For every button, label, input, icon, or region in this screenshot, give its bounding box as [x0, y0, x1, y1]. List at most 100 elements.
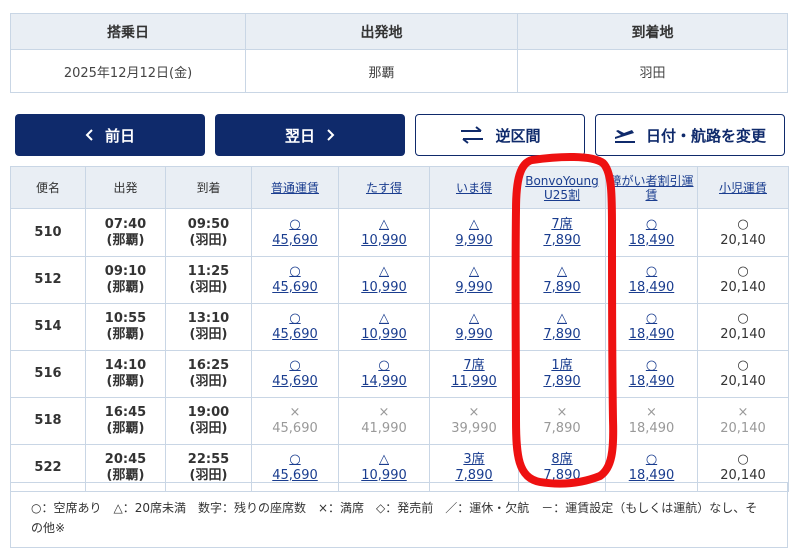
fare-cell-u25[interactable]: △ 7,890: [518, 303, 606, 351]
fare-status-link[interactable]: △: [379, 217, 389, 233]
fare-cell-imatoku[interactable]: △ 9,990: [429, 256, 519, 304]
fare-status-link[interactable]: 7席: [551, 217, 572, 233]
summary-origin: 那覇: [245, 50, 517, 92]
fare-cell-disability[interactable]: ○ 18,490: [605, 208, 698, 257]
fare-cell-u25[interactable]: 7席 7,890: [518, 208, 606, 257]
fare-status-link[interactable]: △: [469, 217, 479, 233]
table-row: 514 10:55 (那覇) 13:10 (羽田) ○ 45,690 △ 10,990 △ 9,99…: [10, 303, 789, 351]
availability-legend: ○：空席あり △：20席未満 数字：残りの座席数 ×：満席 ◇：発売前 ／：運休…: [10, 482, 788, 548]
fare-cell-normal[interactable]: ○ 45,690: [251, 350, 339, 398]
departure-time: 07:40: [104, 216, 147, 232]
fare-normal-link[interactable]: 普通運賃: [271, 181, 319, 195]
fare-price-link[interactable]: 45,690: [272, 327, 318, 343]
col-header-fare-imatoku[interactable]: いま得: [429, 166, 519, 209]
fare-price-link[interactable]: 45,690: [272, 233, 318, 249]
fare-cell-child: ○ 20,140: [697, 256, 789, 304]
fare-status-link[interactable]: ○: [289, 358, 300, 374]
fare-status-link[interactable]: ○: [289, 311, 300, 327]
fare-price-link[interactable]: 10,990: [361, 233, 407, 249]
fare-price-link[interactable]: 18,490: [629, 374, 675, 390]
fare-cell-disability[interactable]: ○ 18,490: [605, 256, 698, 304]
col-header-fare-tasutoku[interactable]: たす得: [338, 166, 430, 209]
fare-cell-tasutoku[interactable]: △ 10,990: [338, 256, 430, 304]
fare-status-link[interactable]: ○: [289, 217, 300, 233]
fare-status-link[interactable]: △: [379, 311, 389, 327]
fare-price: 39,990: [451, 421, 497, 436]
fare-cell-tasutoku[interactable]: △ 10,990: [338, 208, 430, 257]
col-header-fare-u25[interactable]: BonvoYoung U25割: [518, 166, 606, 209]
fare-status-link[interactable]: ○: [646, 217, 657, 233]
fare-status-link[interactable]: ○: [289, 452, 300, 468]
fare-cell-tasutoku[interactable]: △ 10,990: [338, 303, 430, 351]
fare-price-link[interactable]: 7,890: [543, 233, 580, 249]
fare-price-link[interactable]: 9,990: [455, 327, 492, 343]
fare-cell-normal[interactable]: ○ 45,690: [251, 256, 339, 304]
fare-cell-imatoku[interactable]: 7席 11,990: [429, 350, 519, 398]
departure-place: (那覇): [106, 468, 145, 483]
table-row: 518 16:45 (那覇) 19:00 (羽田) × 45,690 × 41,990 × 39,9…: [10, 397, 789, 445]
fare-price-link[interactable]: 7,890: [543, 280, 580, 296]
fare-status-link[interactable]: △: [379, 264, 389, 280]
fare-status-link[interactable]: △: [379, 452, 389, 468]
col-header-fare-disability[interactable]: 障がい者割引運賃: [605, 166, 698, 209]
fare-disability-link[interactable]: 障がい者割引運賃: [609, 174, 693, 202]
fare-status-link[interactable]: △: [557, 264, 567, 280]
fare-price-link[interactable]: 9,990: [455, 233, 492, 249]
fare-price-link[interactable]: 7,890: [543, 374, 580, 390]
fare-cell-tasutoku[interactable]: ○ 14,990: [338, 350, 430, 398]
fare-cell-u25[interactable]: △ 7,890: [518, 256, 606, 304]
col-header-fare-child[interactable]: 小児運賃: [697, 166, 789, 209]
fare-cell-u25[interactable]: 1席 7,890: [518, 350, 606, 398]
fare-cell-imatoku[interactable]: △ 9,990: [429, 303, 519, 351]
flight-number: 518: [10, 397, 86, 445]
fare-status-link[interactable]: 3席: [463, 452, 484, 468]
fare-status-link[interactable]: ○: [646, 452, 657, 468]
flight-fare-table: 便名 出発 到着 普通運賃 たす得 いま得 BonvoYoung U25割 障がい…: [10, 166, 789, 492]
fare-price-link[interactable]: 45,690: [272, 374, 318, 390]
reverse-route-button[interactable]: 逆区間: [415, 114, 585, 156]
fare-price-link[interactable]: 10,990: [361, 327, 407, 343]
fare-status-link[interactable]: ○: [646, 311, 657, 327]
prev-day-button[interactable]: 前日: [15, 114, 205, 156]
fare-price-link[interactable]: 11,990: [451, 374, 497, 390]
flight-number: 512: [10, 256, 86, 304]
airplane-icon: [614, 130, 635, 143]
fare-child-link[interactable]: 小児運賃: [719, 181, 767, 195]
swap-arrows-icon: [461, 126, 484, 144]
fare-status-link[interactable]: ○: [646, 264, 657, 280]
col-header-flight: 便名: [10, 166, 86, 209]
fare-cell-imatoku[interactable]: △ 9,990: [429, 208, 519, 257]
fare-u25-link[interactable]: BonvoYoung U25割: [525, 174, 599, 202]
fare-status-link[interactable]: ○: [646, 358, 657, 374]
fare-price-link[interactable]: 45,690: [272, 280, 318, 296]
fare-price-link[interactable]: 9,990: [455, 280, 492, 296]
fare-status-link[interactable]: △: [557, 311, 567, 327]
change-date-route-button[interactable]: 日付・航路を変更: [595, 114, 785, 156]
fare-status-link[interactable]: △: [469, 311, 479, 327]
fare-status-link[interactable]: 1席: [551, 358, 572, 374]
fare-cell-disability[interactable]: ○ 18,490: [605, 350, 698, 398]
fare-price-link[interactable]: 18,490: [629, 327, 675, 343]
fare-price-link[interactable]: 10,990: [361, 280, 407, 296]
fare-price-link[interactable]: 14,990: [361, 374, 407, 390]
fare-cell-child: × 20,140: [697, 397, 789, 445]
fare-imatoku-link[interactable]: いま得: [456, 181, 492, 195]
col-header-fare-normal[interactable]: 普通運賃: [251, 166, 339, 209]
fare-status-link[interactable]: △: [469, 264, 479, 280]
fare-tasutoku-link[interactable]: たす得: [366, 181, 402, 195]
arrival-place: (羽田): [189, 280, 228, 295]
next-day-button[interactable]: 翌日: [215, 114, 405, 156]
fare-price-link[interactable]: 18,490: [629, 233, 675, 249]
fare-price-link[interactable]: 18,490: [629, 280, 675, 296]
fare-status-link[interactable]: ○: [289, 264, 300, 280]
fare-status-link[interactable]: ○: [378, 358, 389, 374]
fare-status-link[interactable]: 8席: [551, 452, 572, 468]
fare-cell-disability[interactable]: ○ 18,490: [605, 303, 698, 351]
fare-price-link[interactable]: 7,890: [543, 327, 580, 343]
fare-price: 7,890: [543, 421, 581, 436]
reverse-route-label: 逆区間: [495, 126, 541, 145]
fare-cell-normal[interactable]: ○ 45,690: [251, 208, 339, 257]
fare-status-link[interactable]: 7席: [463, 358, 484, 374]
fare-cell-normal[interactable]: ○ 45,690: [251, 303, 339, 351]
fare-price: 18,490: [628, 421, 675, 436]
